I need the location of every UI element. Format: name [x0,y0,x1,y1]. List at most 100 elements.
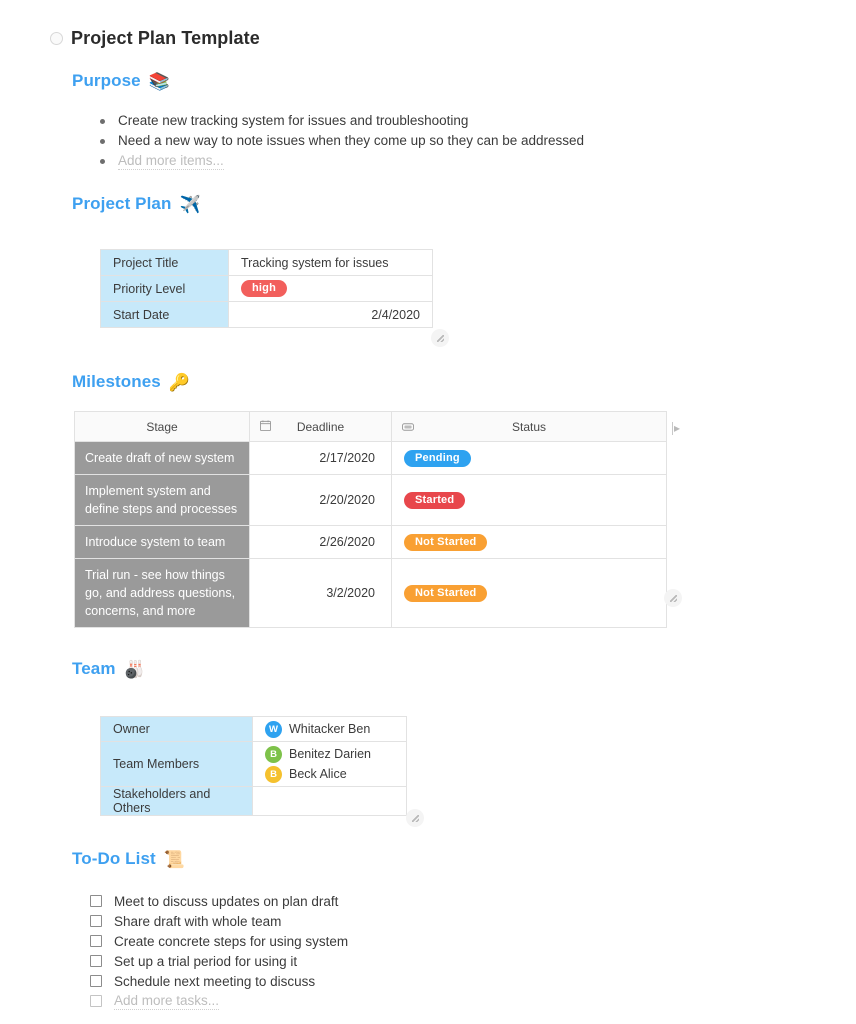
milestone-stage[interactable]: Trial run - see how things go, and addre… [74,558,250,628]
checkbox[interactable] [90,915,102,927]
list-item[interactable]: Create concrete steps for using system [90,931,856,951]
list-item[interactable]: B Beck Alice [265,764,394,784]
row-key: Start Date [100,301,229,328]
airplane-icon: ✈️ [179,194,201,214]
column-header-status[interactable]: Status [391,411,667,442]
table-row[interactable]: Trial run - see how things go, and addre… [74,558,667,628]
project-plan-heading-label: Project Plan [72,194,172,213]
team-table: Owner W Whitacker Ben Team Members B Ben… [100,716,407,816]
todo-label: Meet to discuss updates on plan draft [114,893,339,909]
table-row[interactable]: Introduce system to team 2/26/2020 Not S… [74,525,667,559]
bowling-icon: 🎳 [123,659,145,679]
section-heading-milestones: Milestones 🔑 [72,372,856,392]
todo-list: Meet to discuss updates on plan draft Sh… [90,891,856,1011]
milestone-deadline[interactable]: 3/2/2020 [249,558,392,628]
avatar: W [265,720,282,738]
column-resize-handle[interactable]: ▸ [672,421,680,435]
person-name: Beck Alice [289,767,347,781]
milestones-table: Stage Deadline Status Create draft of ne… [74,411,667,628]
row-key: Project Title [100,249,229,276]
column-header-deadline[interactable]: Deadline [249,411,392,442]
milestone-status-cell[interactable]: Pending [391,441,667,475]
row-value[interactable]: 2/4/2020 [228,301,433,328]
milestone-status-cell[interactable]: Started [391,474,667,526]
circle-toggle-icon[interactable] [50,32,63,45]
team-heading-label: Team [72,659,116,678]
add-more-tasks-label[interactable]: Add more tasks... [114,993,220,1010]
milestone-stage[interactable]: Introduce system to team [74,525,250,559]
avatar: B [265,745,282,763]
table-row[interactable]: Priority Level high [100,275,433,302]
section-heading-project-plan: Project Plan ✈️ [72,194,856,214]
team-table-wrap: Owner W Whitacker Ben Team Members B Ben… [100,716,856,827]
table-resize-grip[interactable] [406,809,424,827]
column-header-label: Stage [146,419,178,434]
bullet-text: Need a new way to note issues when they … [118,133,585,148]
project-plan-table-wrap: Project Title Tracking system for issues… [100,249,856,347]
table-row[interactable]: Create draft of new system 2/17/2020 Pen… [74,441,667,475]
table-row[interactable]: Stakeholders and Others [100,786,407,816]
list-item[interactable]: B Benitez Darien [265,744,394,764]
milestone-deadline[interactable]: 2/17/2020 [249,441,392,475]
status-badge[interactable]: Started [404,491,466,509]
list-item[interactable]: Schedule next meeting to discuss [90,971,856,991]
milestone-status-cell[interactable]: Not Started [391,558,667,628]
row-key: Owner [100,716,253,742]
row-key: Stakeholders and Others [100,786,253,816]
table-row[interactable]: Owner W Whitacker Ben [100,716,407,742]
avatar: B [265,765,282,783]
checkbox[interactable] [90,955,102,967]
todo-label: Share draft with whole team [114,913,282,929]
priority-badge[interactable]: high [241,280,288,297]
list-item[interactable]: W Whitacker Ben [265,719,394,739]
table-row[interactable]: Team Members B Benitez Darien B Beck Ali… [100,741,407,787]
table-header-row: Stage Deadline Status [74,411,667,442]
list-item[interactable]: Meet to discuss updates on plan draft [90,891,856,911]
status-badge[interactable]: Not Started [404,533,488,551]
todo-label: Schedule next meeting to discuss [114,973,316,989]
row-value[interactable] [252,786,407,816]
calendar-icon [260,419,271,434]
table-resize-grip[interactable] [664,589,682,607]
status-badge[interactable]: Not Started [404,584,488,602]
checkbox[interactable] [90,995,102,1007]
list-item[interactable]: Share draft with whole team [90,911,856,931]
page-title: Project Plan Template [71,28,260,48]
milestone-status-cell[interactable]: Not Started [391,525,667,559]
list-item: Create new tracking system for issues an… [96,111,856,131]
row-value[interactable]: high [228,275,433,302]
list-item[interactable]: Set up a trial period for using it [90,951,856,971]
milestone-deadline[interactable]: 2/20/2020 [249,474,392,526]
add-more-items-row[interactable]: Add more items... [96,151,856,171]
books-icon: 📚 [148,71,170,91]
column-header-stage[interactable]: Stage [74,411,250,442]
table-resize-grip[interactable] [431,329,449,347]
section-heading-team: Team 🎳 [72,659,856,679]
list-item: Need a new way to note issues when they … [96,131,856,151]
checkbox[interactable] [90,975,102,987]
table-row[interactable]: Project Title Tracking system for issues [100,249,433,276]
status-badge[interactable]: Pending [404,449,471,467]
milestone-deadline[interactable]: 2/26/2020 [249,525,392,559]
add-more-items-label[interactable]: Add more items... [118,153,224,170]
row-key: Team Members [100,741,253,787]
checkbox[interactable] [90,935,102,947]
milestones-heading-label: Milestones [72,372,161,391]
add-more-tasks-row[interactable]: Add more tasks... [90,991,856,1011]
label-pill-icon [402,420,414,434]
todo-label: Create concrete steps for using system [114,933,349,949]
milestone-stage[interactable]: Create draft of new system [74,441,250,475]
section-heading-todo: To-Do List 📜 [72,849,856,869]
section-heading-purpose: Purpose 📚 [72,71,856,91]
purpose-bullet-list: Create new tracking system for issues an… [96,111,856,171]
column-header-label: Status [511,419,547,434]
row-value[interactable]: W Whitacker Ben [252,716,407,742]
key-icon: 🔑 [168,372,191,392]
milestone-stage[interactable]: Implement system and define steps and pr… [74,474,250,526]
column-header-label: Deadline [296,419,345,434]
row-value[interactable]: B Benitez Darien B Beck Alice [252,741,407,787]
table-row[interactable]: Implement system and define steps and pr… [74,474,667,526]
table-row[interactable]: Start Date 2/4/2020 [100,301,433,328]
row-value[interactable]: Tracking system for issues [228,249,433,276]
checkbox[interactable] [90,895,102,907]
